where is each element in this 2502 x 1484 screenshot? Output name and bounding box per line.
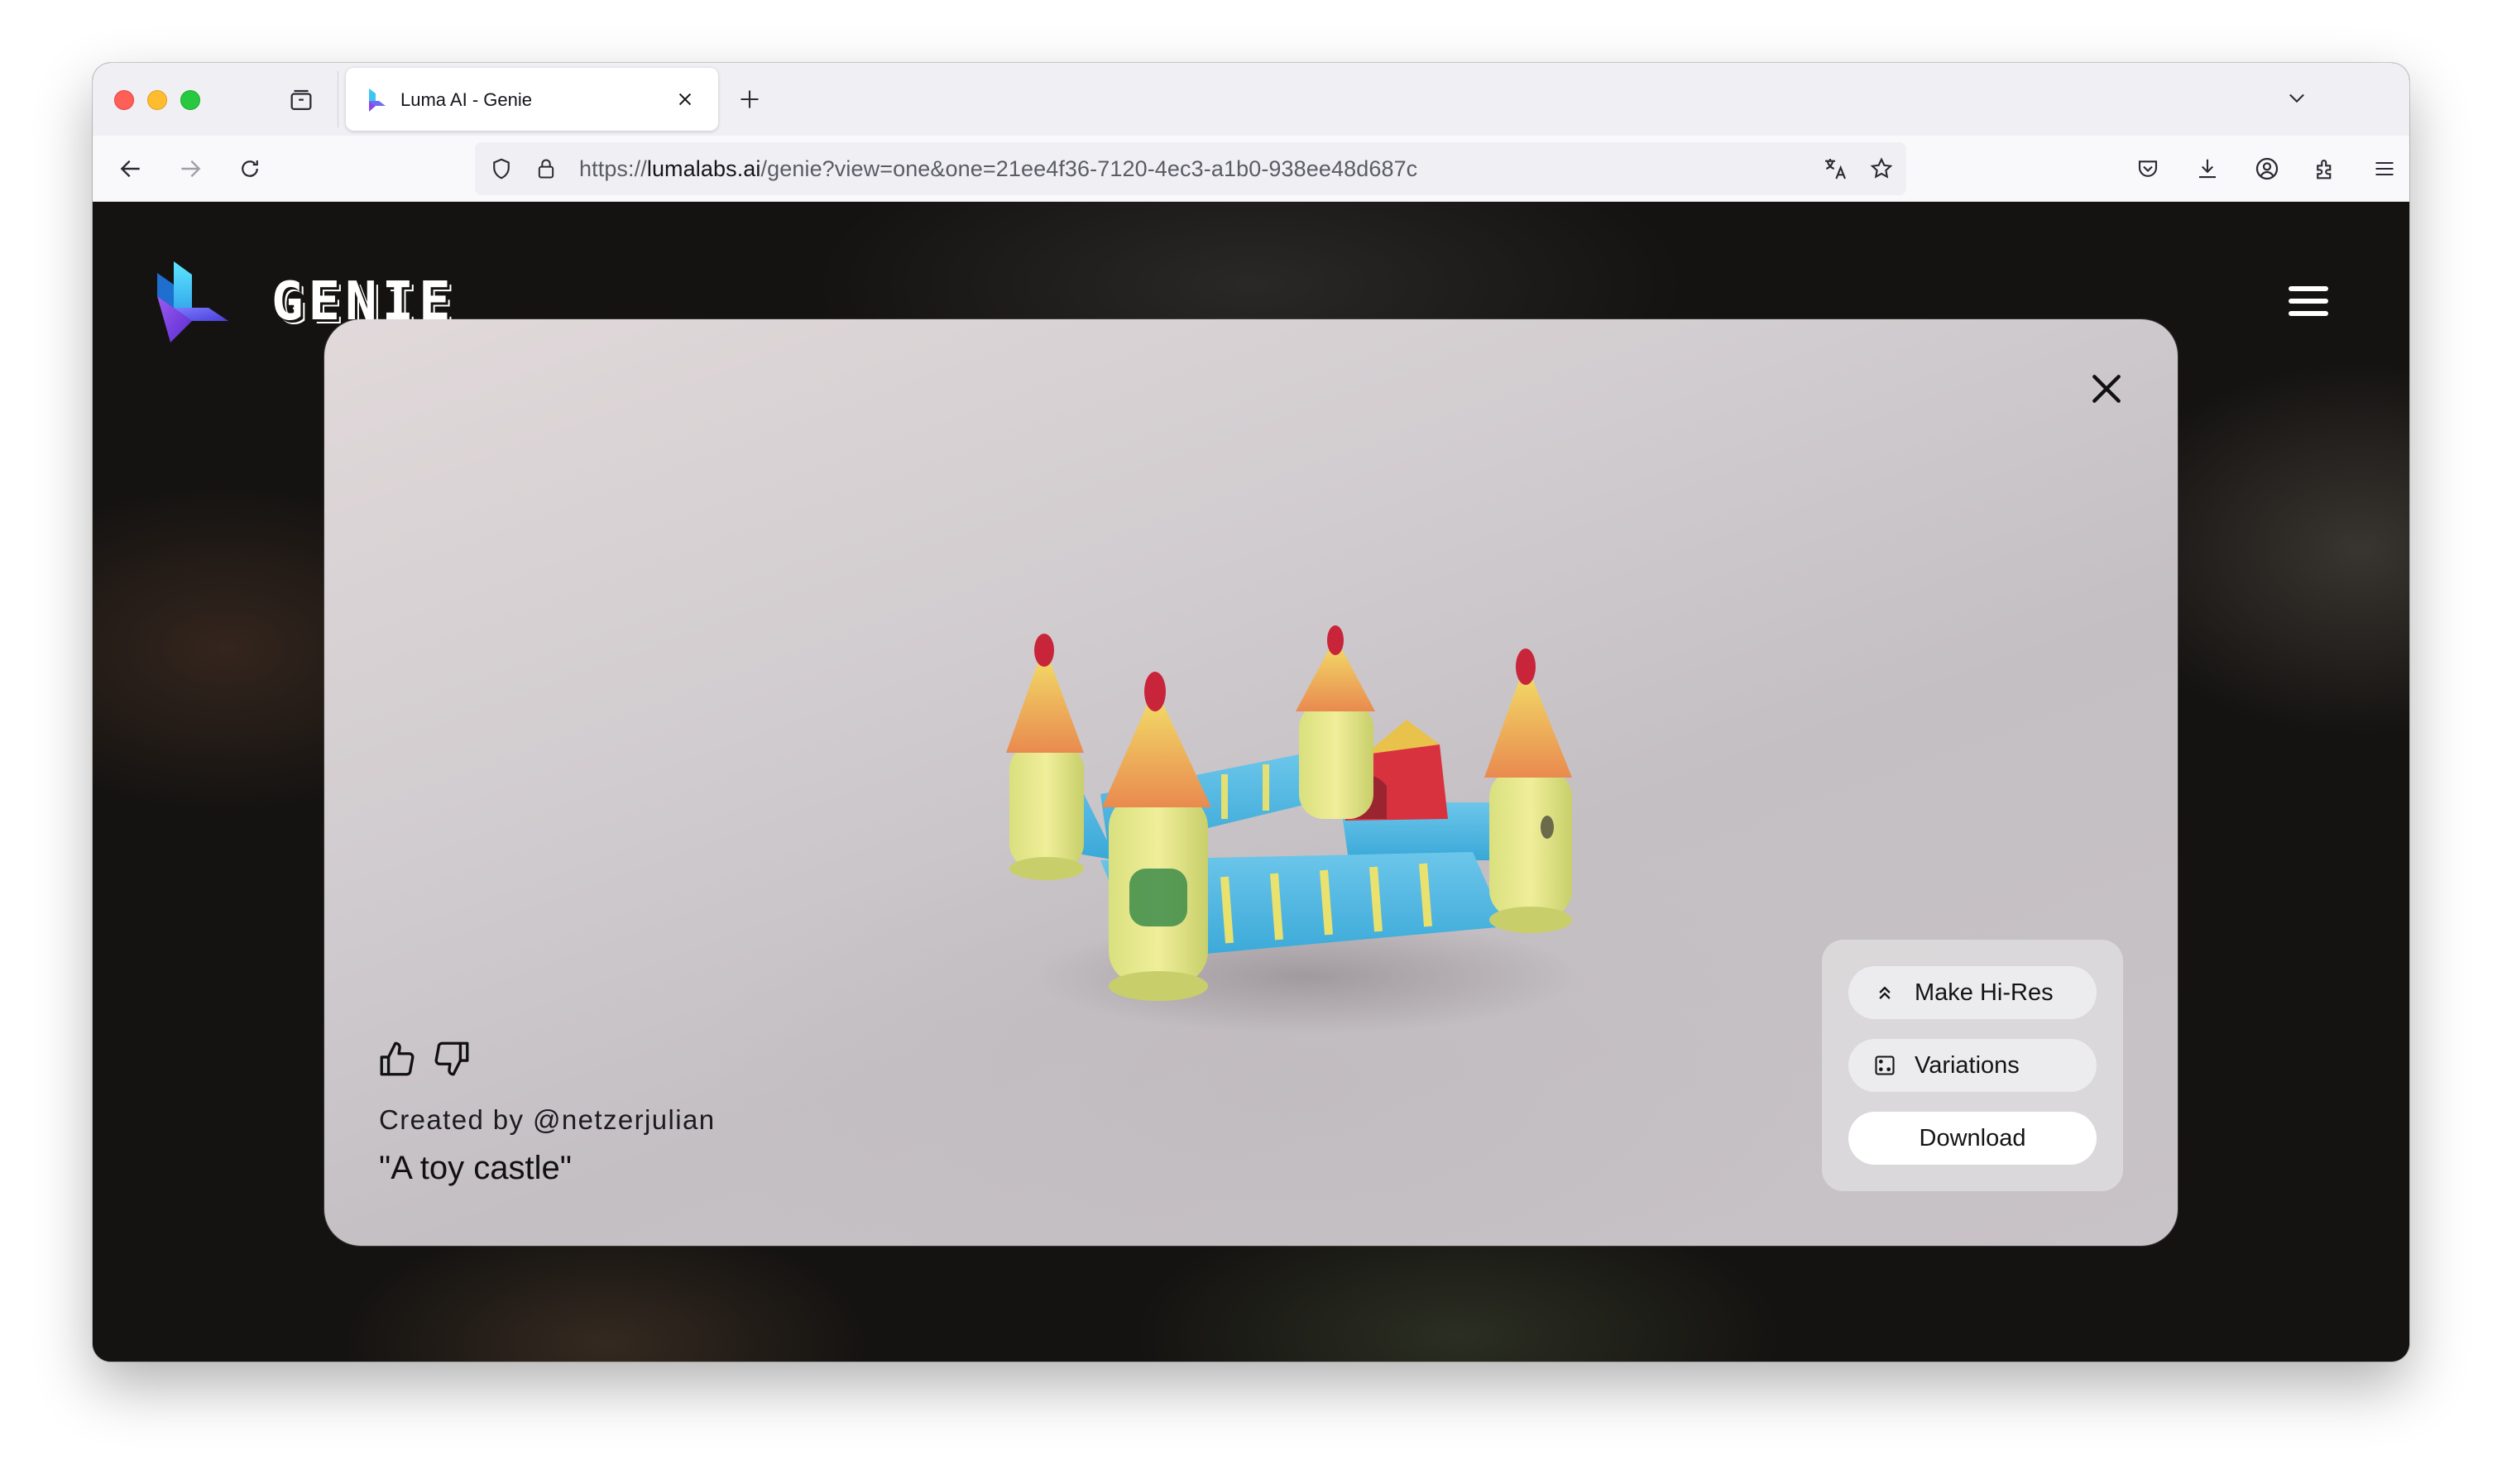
lock-icon[interactable]	[531, 154, 561, 184]
account-icon[interactable]	[2249, 151, 2285, 187]
menu-icon[interactable]	[2366, 151, 2403, 187]
thumbs-up-icon[interactable]	[376, 1037, 419, 1080]
tab-bar: Luma AI - Genie	[93, 63, 2409, 136]
forward-arrow-icon[interactable]	[172, 151, 208, 187]
close-window-button[interactable]	[114, 90, 134, 110]
thumbs-down-icon[interactable]	[430, 1037, 473, 1080]
url-host: lumalabs.ai	[646, 156, 761, 181]
minimize-window-button[interactable]	[147, 90, 167, 110]
action-panel: Make Hi-Res Variations Download	[1822, 940, 2123, 1191]
url-bar[interactable]: https://lumalabs.ai/genie?view=one&one=2…	[475, 142, 1906, 195]
download-button[interactable]: Download	[1848, 1112, 2097, 1165]
chevron-down-icon[interactable]	[2280, 81, 2313, 114]
toy-castle-3d-model[interactable]	[976, 612, 1622, 1051]
hamburger-line	[2289, 311, 2328, 316]
nav-toolbar: https://lumalabs.ai/genie?view=one&one=2…	[93, 136, 2409, 202]
plus-icon[interactable]	[733, 83, 766, 116]
shield-icon[interactable]	[486, 154, 516, 184]
make-hires-label: Make Hi-Res	[1915, 979, 2054, 1006]
prompt-text: "A toy castle"	[379, 1150, 572, 1186]
hamburger-menu-icon[interactable]	[2284, 276, 2333, 326]
creator-credit: Created by @netzerjulian	[379, 1104, 716, 1135]
close-icon[interactable]	[2083, 366, 2130, 412]
tab-title: Luma AI - Genie	[400, 89, 532, 110]
download-label: Download	[1919, 1125, 2026, 1151]
tab-overview-icon[interactable]	[283, 83, 319, 119]
variations-button[interactable]: Variations	[1848, 1039, 2097, 1092]
pocket-icon[interactable]	[2130, 151, 2166, 187]
hamburger-line	[2289, 299, 2328, 304]
variations-label: Variations	[1915, 1052, 2020, 1079]
url-text[interactable]: https://lumalabs.ai/genie?view=one&one=2…	[579, 156, 1417, 181]
zoom-window-button[interactable]	[180, 90, 200, 110]
luma-logo-icon[interactable]	[156, 260, 230, 344]
back-arrow-icon[interactable]	[113, 151, 149, 187]
luma-favicon-icon	[369, 89, 386, 112]
extensions-icon[interactable]	[2307, 151, 2343, 187]
star-icon[interactable]	[1867, 154, 1896, 184]
chevrons-up-icon	[1879, 986, 1891, 999]
tab-luma-genie[interactable]: Luma AI - Genie	[346, 68, 718, 131]
translate-icon[interactable]	[1820, 154, 1850, 184]
url-path: /genie?view=one&one=21ee4f36-7120-4ec3-a…	[760, 156, 1418, 181]
make-hires-button[interactable]: Make Hi-Res	[1848, 966, 2097, 1019]
close-icon[interactable]	[669, 83, 702, 116]
download-icon[interactable]	[2189, 151, 2226, 187]
hamburger-line	[2289, 286, 2328, 291]
url-scheme: https://	[579, 156, 647, 181]
reload-icon[interactable]	[232, 151, 268, 187]
dice-icon	[1875, 1056, 1895, 1075]
